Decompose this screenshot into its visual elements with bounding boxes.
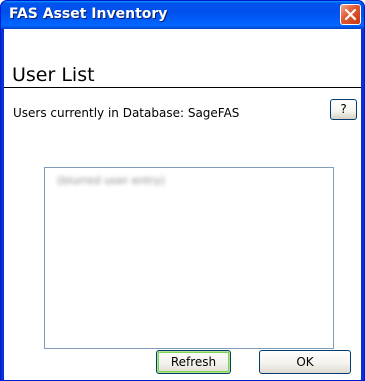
- refresh-button-label: Refresh: [170, 355, 217, 369]
- window-title: FAS Asset Inventory: [9, 6, 168, 22]
- user-listbox[interactable]: (blurred user entry): [44, 167, 334, 349]
- ok-button[interactable]: OK: [259, 350, 351, 374]
- close-icon: [344, 8, 357, 21]
- title-divider: [4, 87, 361, 88]
- dialog-body: User List Users currently in Database: S…: [4, 29, 361, 380]
- users-db-label: Users currently in Database: SageFAS: [13, 106, 240, 120]
- app-window: FAS Asset Inventory User List Users curr…: [0, 0, 365, 381]
- ok-button-label: OK: [296, 355, 314, 369]
- refresh-button[interactable]: Refresh: [156, 350, 231, 374]
- list-item[interactable]: (blurred user entry): [57, 174, 165, 187]
- page-title: User List: [12, 64, 95, 86]
- close-button[interactable]: [340, 4, 361, 25]
- title-bar[interactable]: FAS Asset Inventory: [1, 1, 364, 29]
- help-button[interactable]: ?: [330, 99, 357, 120]
